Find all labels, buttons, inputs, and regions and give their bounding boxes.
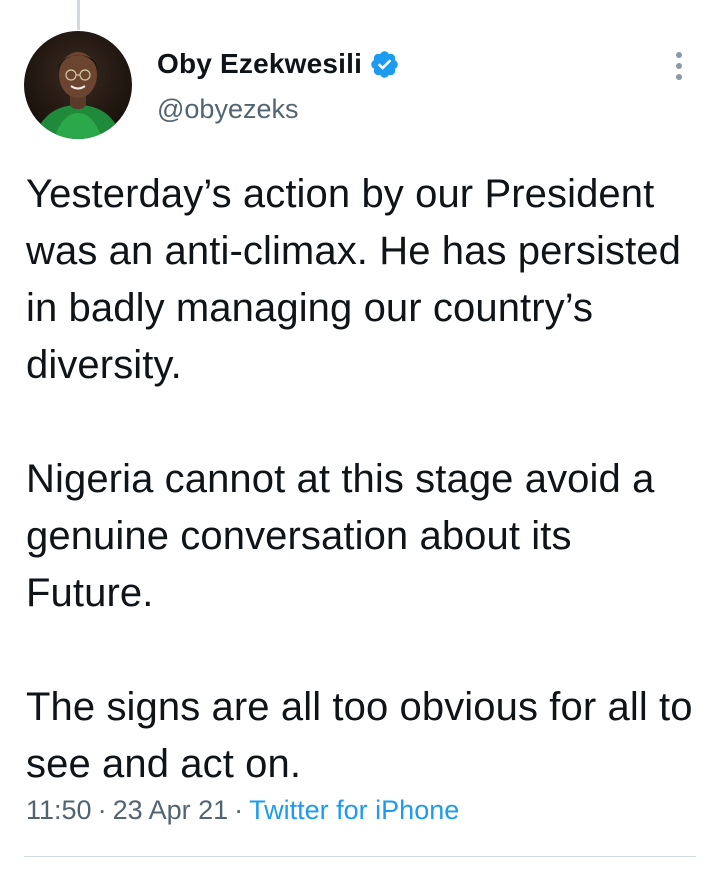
more-options-icon[interactable]	[664, 46, 694, 86]
tweet-paragraph: Yesterday’s action by our President was …	[26, 172, 681, 387]
meta-separator: ·	[234, 795, 244, 825]
tweet-source-link[interactable]: Twitter for iPhone	[249, 795, 459, 825]
divider	[24, 856, 696, 857]
tweet-paragraph: Nigeria cannot at this stage avoid a gen…	[26, 457, 655, 615]
thread-connector-line	[77, 0, 80, 30]
avatar-photo-icon	[24, 31, 132, 139]
tweet-meta: 11:50 · 23 Apr 21 · Twitter for iPhone	[26, 795, 459, 826]
tweet-date[interactable]: 23 Apr 21	[113, 795, 229, 825]
tweet-text: Yesterday’s action by our President was …	[26, 166, 696, 793]
meta-separator: ·	[97, 795, 107, 825]
tweet-paragraph: The signs are all too obvious for all to…	[26, 685, 693, 786]
more-dot	[676, 74, 682, 80]
author-name-row[interactable]: Oby Ezekwesili	[157, 44, 400, 84]
author-display-name[interactable]: Oby Ezekwesili	[157, 48, 362, 80]
more-dot	[676, 52, 682, 58]
tweet-time[interactable]: 11:50	[26, 795, 92, 825]
avatar[interactable]	[24, 31, 132, 139]
author-handle[interactable]: @obyezeks	[157, 94, 298, 125]
more-dot	[676, 63, 682, 69]
verified-badge-icon	[369, 49, 400, 80]
